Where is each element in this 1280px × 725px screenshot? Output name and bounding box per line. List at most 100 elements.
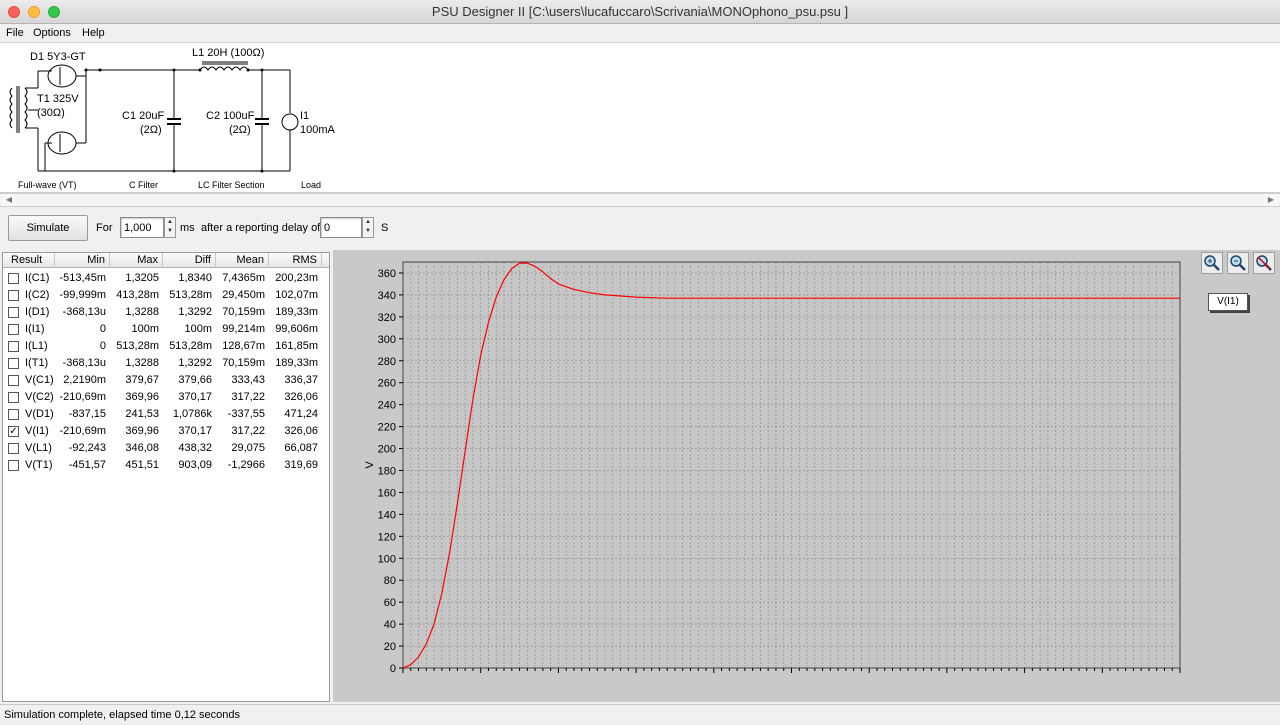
- cell-diff: 379,66: [178, 374, 212, 386]
- stepper-up-icon[interactable]: ▲: [363, 218, 373, 227]
- delay-stepper[interactable]: ▲ ▼: [362, 217, 374, 238]
- zoom-out-button[interactable]: [1227, 252, 1249, 274]
- chart-legend[interactable]: V(I1): [1208, 293, 1248, 311]
- y-tick-label: 80: [384, 575, 396, 587]
- duration-input[interactable]: [120, 217, 164, 238]
- cell-min: -92,243: [68, 442, 106, 454]
- cell-diff: 1,8340: [178, 272, 212, 284]
- table-row[interactable]: V(C2) -210,69m 369,96 370,17 317,22 326,06: [3, 389, 329, 406]
- schematic-horizontal-scrollbar[interactable]: ◀ ▶: [0, 193, 1280, 207]
- table-row[interactable]: ✓ V(I1) -210,69m 369,96 370,17 317,22 326,06: [3, 423, 329, 440]
- cell-min: -210,69m: [59, 425, 106, 437]
- table-row[interactable]: I(L1) 0 513,28m 513,28m 128,67m 161,85m: [3, 338, 329, 355]
- table-row[interactable]: V(L1) -92,243 346,08 438,32 29,075 66,087: [3, 440, 329, 457]
- results-table: Result Min Max Diff Mean RMS I(C1) -513,4…: [2, 252, 330, 702]
- row-checkbox[interactable]: [8, 392, 19, 403]
- y-tick-label: 160: [378, 487, 396, 499]
- minimize-window-icon[interactable]: [28, 6, 40, 18]
- cell-diff: 1,3292: [178, 306, 212, 318]
- row-checkbox[interactable]: [8, 375, 19, 386]
- cell-rms: 102,07m: [275, 289, 318, 301]
- col-result[interactable]: Result: [3, 253, 55, 268]
- menu-help[interactable]: Help: [82, 27, 105, 39]
- c2-resistance-label: (2Ω): [229, 124, 251, 136]
- cell-mean: 317,22: [231, 391, 265, 403]
- menu-file[interactable]: File: [6, 27, 24, 39]
- cell-min: -837,15: [68, 408, 106, 420]
- table-row[interactable]: V(T1) -451,57 451,51 903,09 -1,2966 319,69: [3, 457, 329, 474]
- stepper-up-icon[interactable]: ▲: [165, 218, 175, 227]
- col-max[interactable]: Max: [110, 253, 163, 268]
- row-checkbox[interactable]: [8, 324, 19, 335]
- cell-max: 379,67: [125, 374, 159, 386]
- cell-diff: 438,32: [178, 442, 212, 454]
- cell-rms: 471,24: [284, 408, 318, 420]
- cell-max: 1,3205: [125, 272, 159, 284]
- cell-rms: 326,06: [284, 391, 318, 403]
- scroll-left-icon[interactable]: ◀: [2, 194, 16, 206]
- y-tick-label: 60: [384, 597, 396, 609]
- row-checkbox[interactable]: [8, 409, 19, 420]
- cell-mean: 29,075: [231, 442, 265, 454]
- y-tick-label: 140: [378, 509, 396, 521]
- stepper-down-icon[interactable]: ▼: [165, 227, 175, 236]
- y-tick-label: 0: [390, 663, 396, 675]
- row-checkbox[interactable]: [8, 290, 19, 301]
- cell-diff: 903,09: [178, 459, 212, 471]
- col-min[interactable]: Min: [55, 253, 110, 268]
- simulation-toolbar: Simulate For ▲▼ ms after a reporting del…: [0, 210, 1280, 248]
- simulate-button[interactable]: Simulate: [8, 215, 88, 241]
- section-c-filter: C Filter: [129, 180, 158, 190]
- menu-options[interactable]: Options: [33, 27, 71, 39]
- row-checkbox[interactable]: ✓: [8, 426, 19, 437]
- cell-max: 513,28m: [116, 340, 159, 352]
- delay-input[interactable]: [320, 217, 362, 238]
- legend-entry-v-i1: V(I1): [1217, 296, 1239, 307]
- scroll-right-icon[interactable]: ▶: [1264, 194, 1278, 206]
- cell-min: -210,69m: [59, 391, 106, 403]
- close-window-icon[interactable]: [8, 6, 20, 18]
- table-row[interactable]: I(C2) -99,999m 413,28m 513,28m 29,450m 102,07…: [3, 287, 329, 304]
- cell-diff: 100m: [184, 323, 212, 335]
- table-row[interactable]: V(D1) -837,15 241,53 1,0786k -337,55 471,24: [3, 406, 329, 423]
- y-tick-label: 280: [378, 356, 396, 368]
- maximize-window-icon[interactable]: [48, 6, 60, 18]
- col-rms[interactable]: RMS: [269, 253, 322, 268]
- cell-min: -368,13u: [62, 306, 106, 318]
- row-checkbox[interactable]: [8, 341, 19, 352]
- delay-label: after a reporting delay of: [201, 222, 321, 234]
- row-checkbox[interactable]: [8, 443, 19, 454]
- y-tick-label: 260: [378, 378, 396, 390]
- zoom-out-icon: [1230, 255, 1246, 271]
- cell-rms: 161,85m: [275, 340, 318, 352]
- zoom-reset-button[interactable]: [1253, 252, 1275, 274]
- table-row[interactable]: I(T1) -368,13u 1,3288 1,3292 70,159m 189,33m: [3, 355, 329, 372]
- col-diff[interactable]: Diff: [163, 253, 216, 268]
- cell-rms: 99,606m: [275, 323, 318, 335]
- row-checkbox[interactable]: [8, 273, 19, 284]
- y-tick-label: 340: [378, 290, 396, 302]
- ms-label: ms: [180, 222, 195, 234]
- row-checkbox[interactable]: [8, 358, 19, 369]
- y-tick-label: 300: [378, 334, 396, 346]
- table-row[interactable]: V(C1) 2,2190m 379,67 379,66 333,43 336,37: [3, 372, 329, 389]
- cell-diff: 1,0786k: [172, 408, 212, 420]
- row-checkbox[interactable]: [8, 460, 19, 471]
- schematic-panel[interactable]: D1 5Y3-GT T1 325V (30Ω) L1 20H (100Ω) C1…: [0, 43, 1280, 193]
- zoom-in-button[interactable]: [1201, 252, 1223, 274]
- results-table-header: Result Min Max Diff Mean RMS: [3, 253, 329, 268]
- section-lc-filter: LC Filter Section: [198, 180, 265, 190]
- duration-stepper[interactable]: ▲ ▼: [164, 217, 176, 238]
- table-row[interactable]: I(D1) -368,13u 1,3288 1,3292 70,159m 189,33m: [3, 304, 329, 321]
- row-checkbox[interactable]: [8, 307, 19, 318]
- col-mean[interactable]: Mean: [216, 253, 269, 268]
- stepper-down-icon[interactable]: ▼: [363, 227, 373, 236]
- y-tick-label: 320: [378, 312, 396, 324]
- cell-max: 346,08: [125, 442, 159, 454]
- table-row[interactable]: I(I1) 0 100m 100m 99,214m 99,606m: [3, 321, 329, 338]
- y-axis-label: V: [364, 461, 376, 469]
- cell-rms: 189,33m: [275, 306, 318, 318]
- table-row[interactable]: I(C1) -513,45m 1,3205 1,8340 7,4365m 200,23m: [3, 270, 329, 287]
- y-tick-label: 120: [378, 531, 396, 543]
- voltage-chart[interactable]: 0 20 40 60 80 100 120 140 160 180 200 220 240 260 280 3…: [333, 250, 1280, 702]
